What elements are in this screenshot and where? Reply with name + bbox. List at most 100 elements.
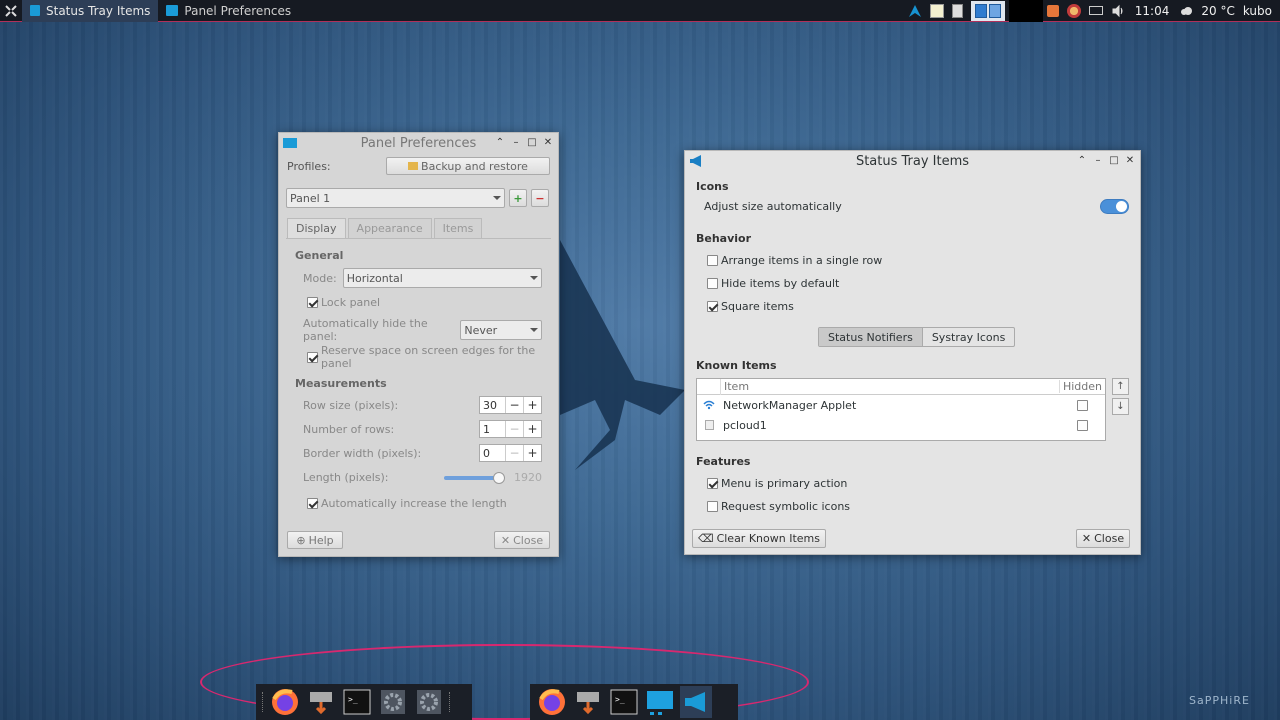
icons-heading: Icons — [696, 180, 729, 193]
row-size-stepper[interactable]: 30 − + — [479, 396, 542, 414]
rows-stepper[interactable]: 1 − + — [479, 420, 542, 438]
close-icon[interactable]: ✕ — [1124, 155, 1136, 167]
close-icon: ✕ — [1081, 532, 1092, 545]
list-item[interactable]: pcloud1 — [697, 415, 1105, 435]
drag-handle[interactable] — [262, 692, 265, 712]
clock[interactable]: 11:04 — [1135, 4, 1170, 18]
pp-close-button[interactable]: ✕ Close — [494, 531, 550, 549]
terminal-icon[interactable]: >_ — [608, 686, 640, 718]
minimize-icon[interactable]: – — [1092, 155, 1104, 167]
panel-icon — [166, 5, 179, 16]
checkbox[interactable] — [307, 351, 318, 363]
checkbox[interactable] — [707, 478, 718, 489]
tab-appearance[interactable]: Appearance — [347, 218, 432, 238]
checkbox[interactable] — [707, 278, 718, 289]
user-menu[interactable]: kubo — [1243, 4, 1272, 18]
task-status-tray[interactable]: Status Tray Items — [22, 0, 159, 22]
lock-panel-checkbox[interactable]: Lock panel — [307, 296, 558, 309]
st-close-button[interactable]: ✕ Close — [1076, 529, 1130, 548]
list-item[interactable]: NetworkManager Applet — [697, 395, 1105, 415]
shade-icon[interactable]: ⌃ — [494, 137, 506, 149]
st-titlebar[interactable]: Status Tray Items ⌃ – □ ✕ — [685, 151, 1140, 171]
maximize-icon[interactable]: □ — [526, 137, 538, 149]
clear-known-items-button[interactable]: ⌫ Clear Known Items — [692, 529, 826, 548]
move-up-button[interactable]: ↑ — [1112, 378, 1129, 395]
decrement-button[interactable]: − — [505, 421, 523, 437]
square-items-checkbox[interactable]: Square items — [707, 300, 794, 313]
task-panel-prefs[interactable]: Panel Preferences — [158, 0, 299, 22]
single-row-checkbox[interactable]: Arrange items in a single row — [707, 254, 882, 267]
symbolic-icons-checkbox[interactable]: Request symbolic icons — [707, 500, 850, 513]
terminal-icon[interactable]: >_ — [341, 686, 373, 718]
volume-icon[interactable] — [1111, 4, 1125, 18]
window-preview — [1008, 0, 1043, 22]
hidden-checkbox[interactable] — [1076, 399, 1088, 411]
megaphone-icon[interactable] — [680, 686, 712, 718]
status-tray-window: Status Tray Items ⌃ – □ ✕ Icons Adjust s… — [684, 150, 1141, 555]
increment-button[interactable]: + — [523, 421, 541, 437]
weather-temp[interactable]: 20 °C — [1201, 4, 1234, 18]
menu-primary-checkbox[interactable]: Menu is primary action — [707, 477, 847, 490]
drag-handle[interactable] — [449, 692, 452, 712]
keyboard-icon[interactable] — [1088, 6, 1103, 15]
decrement-button[interactable]: − — [505, 445, 523, 461]
tab-items[interactable]: Items — [433, 218, 483, 238]
checkbox[interactable] — [707, 501, 718, 512]
hidden-checkbox[interactable] — [1076, 419, 1088, 431]
backup-restore-button[interactable]: Backup and restore — [386, 157, 550, 175]
increment-button[interactable]: + — [523, 445, 541, 461]
pp-titlebar[interactable]: Panel Preferences ⌃ – □ ✕ — [279, 133, 558, 153]
help-icon: ⊕ — [296, 533, 306, 547]
minimize-icon[interactable]: – — [510, 137, 522, 149]
checkbox[interactable] — [307, 297, 318, 308]
workspace-1[interactable] — [974, 3, 987, 18]
add-panel-button[interactable]: + — [509, 189, 527, 207]
firefox-icon[interactable] — [269, 686, 301, 718]
notes-icon[interactable] — [929, 3, 944, 18]
checkbox[interactable] — [707, 301, 718, 312]
seg-systray-icons[interactable]: Systray Icons — [921, 328, 1015, 346]
close-icon[interactable]: ✕ — [542, 137, 554, 149]
decrement-button[interactable]: − — [505, 397, 523, 413]
border-width-stepper[interactable]: 0 − + — [479, 444, 542, 462]
known-items-list[interactable]: Item Hidden NetworkManager Applet pcloud… — [696, 378, 1106, 441]
settings-gear-icon[interactable] — [377, 686, 409, 718]
system-tray: 11:04 20 °C kubo — [904, 0, 1280, 22]
shade-icon[interactable]: ⌃ — [1076, 155, 1088, 167]
bottom-dock-right: >_ — [530, 684, 738, 720]
network-folder-icon[interactable] — [305, 686, 337, 718]
checkbox[interactable] — [307, 498, 318, 509]
column-hidden[interactable]: Hidden — [1059, 380, 1105, 393]
seg-status-notifiers[interactable]: Status Notifiers — [819, 328, 922, 346]
remove-panel-button[interactable]: − — [531, 189, 549, 207]
increment-button[interactable]: + — [523, 397, 541, 413]
move-down-button[interactable]: ↓ — [1112, 398, 1129, 415]
hide-default-checkbox[interactable]: Hide items by default — [707, 277, 839, 290]
column-item[interactable]: Item — [721, 380, 1059, 393]
maximize-icon[interactable]: □ — [1108, 155, 1120, 167]
network-applet-icon[interactable] — [1066, 3, 1081, 18]
auto-length-checkbox[interactable]: Automatically increase the length — [307, 497, 558, 510]
autohide-select[interactable]: Never — [460, 320, 542, 340]
workspace-2[interactable] — [988, 3, 1001, 18]
firefox-icon[interactable] — [536, 686, 568, 718]
checkbox[interactable] — [707, 255, 718, 266]
general-heading: General — [295, 249, 344, 262]
pcloud-icon[interactable] — [1046, 4, 1059, 17]
arch-icon[interactable] — [908, 4, 922, 18]
workspace-switcher[interactable] — [970, 0, 1005, 21]
help-button[interactable]: ⊕ Help — [287, 531, 343, 549]
length-slider[interactable] — [444, 471, 505, 484]
panel-select[interactable]: Panel 1 — [286, 188, 505, 208]
reserve-space-checkbox[interactable]: Reserve space on screen edges for the pa… — [307, 344, 558, 370]
app-menu-button[interactable] — [0, 0, 22, 22]
svg-text:>_: >_ — [615, 695, 625, 704]
tab-display[interactable]: Display — [287, 218, 346, 238]
border-width-label: Border width (pixels): — [303, 446, 422, 460]
adjust-size-toggle[interactable] — [1100, 199, 1129, 214]
mode-select[interactable]: Horizontal — [342, 268, 542, 288]
panel-preferences-icon[interactable] — [644, 686, 676, 718]
clipboard-icon[interactable] — [951, 3, 963, 18]
settings-manager-icon[interactable] — [413, 686, 445, 718]
network-folder-icon[interactable] — [572, 686, 604, 718]
